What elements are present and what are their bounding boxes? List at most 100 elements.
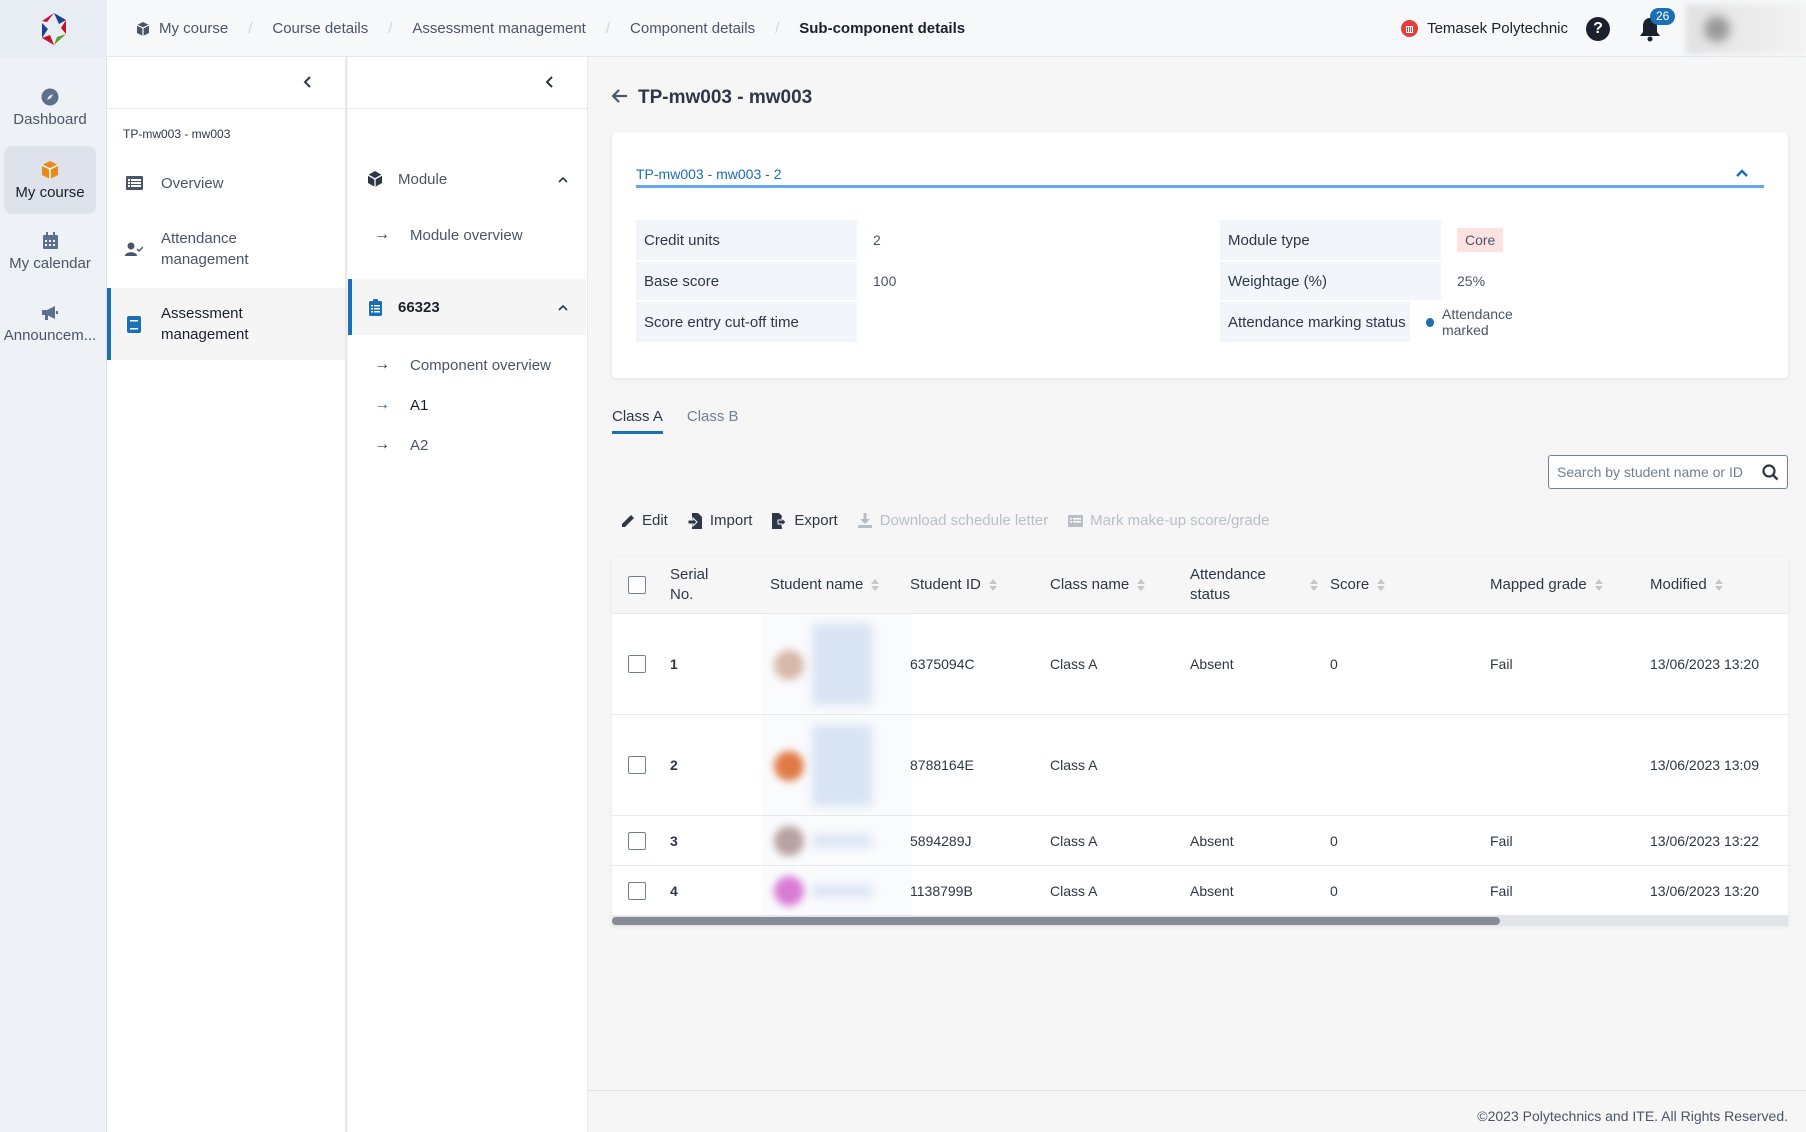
edit-button[interactable]: Edit (620, 512, 668, 529)
nav-item-attendance-management[interactable]: Attendance management (107, 219, 345, 279)
breadcrumb-separator: / (605, 20, 611, 37)
sort-icon[interactable] (1377, 579, 1386, 591)
card-collapse-header[interactable]: TP-mw003 - mw003 - 2 (636, 152, 1764, 188)
sort-icon[interactable] (1310, 579, 1318, 591)
breadcrumb-my-course[interactable]: My course (159, 20, 228, 37)
collapse-panel-button[interactable] (299, 73, 317, 91)
nav-module-overview[interactable]: → Module overview (348, 217, 586, 253)
student-name-cell[interactable] (762, 614, 912, 714)
table-row[interactable]: 4 1138799B Class A Absent 0 Fail 13/06/2023 13… (612, 866, 1788, 916)
student-name-cell[interactable] (762, 715, 912, 815)
collapse-panel-button[interactable] (541, 73, 559, 91)
row-checkbox[interactable] (628, 831, 646, 850)
cell-grade: Fail (1490, 882, 1513, 899)
help-icon[interactable]: ? (1586, 16, 1610, 41)
module-navigation-panel: Module → Module overview 66323 → Compone… (348, 57, 588, 1132)
info-label: Credit units (636, 220, 857, 260)
course-code-label: TP-mw003 - mw003 (123, 127, 231, 141)
nav-component-overview[interactable]: → Component overview (348, 347, 586, 383)
component-section-toggle[interactable]: 66323 (348, 279, 586, 335)
tab-class-a[interactable]: Class A (612, 408, 663, 434)
sort-icon[interactable] (1137, 579, 1146, 591)
column-header-student-id[interactable]: Student ID (910, 556, 997, 614)
column-header-modified[interactable]: Modified (1650, 556, 1723, 614)
info-value: 2 (873, 232, 881, 248)
nav-item-label: Module overview (410, 226, 523, 244)
row-checkbox[interactable] (628, 881, 646, 900)
nav-subcomponent-a2[interactable]: → A2 (348, 427, 586, 463)
column-header-class-name[interactable]: Class name (1050, 556, 1146, 614)
nav-item-label: Overview (161, 174, 224, 192)
institution-selector[interactable]: Temasek Polytechnic (1401, 20, 1568, 37)
cell-attendance: Absent (1190, 832, 1234, 849)
export-button[interactable]: Export (772, 512, 838, 529)
sort-icon[interactable] (988, 579, 997, 591)
student-name-cell[interactable] (762, 816, 912, 865)
app-logo[interactable] (0, 0, 107, 57)
arrow-right-icon: → (374, 356, 390, 373)
rail-item-my-calendar[interactable]: My calendar (4, 217, 96, 285)
table-row[interactable]: 1 6375094C Class A Absent 0 Fail 13/06/2023 13… (612, 614, 1788, 715)
rail-item-announcements[interactable]: Announcem... (4, 289, 96, 357)
status-dot-icon (1426, 317, 1434, 327)
cell-student-id: 6375094C (910, 656, 975, 672)
cube-icon (40, 160, 60, 180)
back-arrow-icon[interactable] (611, 86, 628, 109)
student-avatar (774, 876, 804, 906)
rail-label: My course (15, 183, 85, 201)
tool-label: Import (709, 512, 753, 529)
column-header-attendance[interactable]: Attendance status (1190, 556, 1335, 614)
cell-student-id: 8788164E (910, 757, 974, 773)
table-row[interactable]: 2 8788164E Class A 13/06/2023 13:09 (612, 715, 1788, 816)
nav-item-overview[interactable]: Overview (107, 165, 345, 201)
breadcrumb-assessment-management[interactable]: Assessment management (412, 20, 585, 37)
import-button[interactable]: Import (688, 512, 753, 529)
rail-label: My calendar (9, 254, 91, 272)
row-checkbox[interactable] (628, 756, 646, 774)
page-title: TP-mw003 - mw003 (611, 86, 812, 109)
arrow-right-icon: → (374, 396, 390, 413)
pencil-icon (620, 513, 635, 528)
sort-icon[interactable] (1714, 579, 1723, 591)
scrollbar-thumb[interactable] (612, 917, 1500, 925)
info-label: Weightage (%) (1220, 262, 1441, 300)
select-all-checkbox[interactable] (628, 576, 646, 594)
breadcrumb: My course / Course details / Assessment … (136, 0, 965, 57)
cell-modified: 13/06/2023 13:09 (1650, 757, 1759, 773)
breadcrumb-course-details[interactable]: Course details (272, 20, 368, 37)
horizontal-scrollbar[interactable] (612, 916, 1788, 926)
student-name-cell[interactable] (762, 866, 912, 915)
table-row[interactable]: 3 5894289J Class A Absent 0 Fail 13/06/2023 13… (612, 816, 1788, 866)
student-search-input[interactable] (1549, 464, 1749, 480)
column-header-mapped-grade[interactable]: Mapped grade (1490, 556, 1603, 614)
chevron-up-icon (1736, 164, 1748, 180)
breadcrumb-component-details[interactable]: Component details (630, 20, 755, 37)
mark-make-up-score-button[interactable]: Mark make-up score/grade (1068, 512, 1269, 529)
cell-serial: 2 (670, 757, 678, 773)
nav-subcomponent-a1[interactable]: → A1 (348, 387, 586, 423)
user-profile-menu[interactable] (1686, 3, 1806, 54)
breadcrumb-sub-component-details: Sub-component details (799, 20, 966, 37)
panel-header (348, 57, 587, 109)
module-label: Module (398, 170, 448, 188)
select-all-checkbox-cell (628, 556, 646, 614)
info-label: Score entry cut-off time (636, 302, 857, 342)
megaphone-icon (40, 303, 60, 323)
user-check-icon (125, 240, 143, 258)
tab-class-b[interactable]: Class B (687, 408, 739, 434)
column-header-label: Student name (770, 576, 864, 593)
rail-item-my-course[interactable]: My course (4, 146, 96, 214)
nav-item-assessment-management[interactable]: Assessment management (107, 288, 345, 360)
arrow-right-icon: → (374, 226, 390, 243)
sort-icon[interactable] (1594, 579, 1603, 591)
row-checkbox[interactable] (628, 655, 646, 673)
column-header-student-name[interactable]: Student name (770, 556, 880, 614)
student-name-text (812, 725, 872, 806)
rail-item-dashboard[interactable]: Dashboard (4, 73, 96, 141)
search-icon[interactable] (1762, 464, 1779, 481)
download-schedule-letter-button[interactable]: Download schedule letter (858, 512, 1048, 529)
notifications-button[interactable]: 26 (1638, 7, 1676, 42)
sort-icon[interactable] (871, 579, 880, 591)
column-header-score[interactable]: Score (1330, 556, 1386, 614)
module-section-toggle[interactable]: Module (348, 159, 586, 199)
